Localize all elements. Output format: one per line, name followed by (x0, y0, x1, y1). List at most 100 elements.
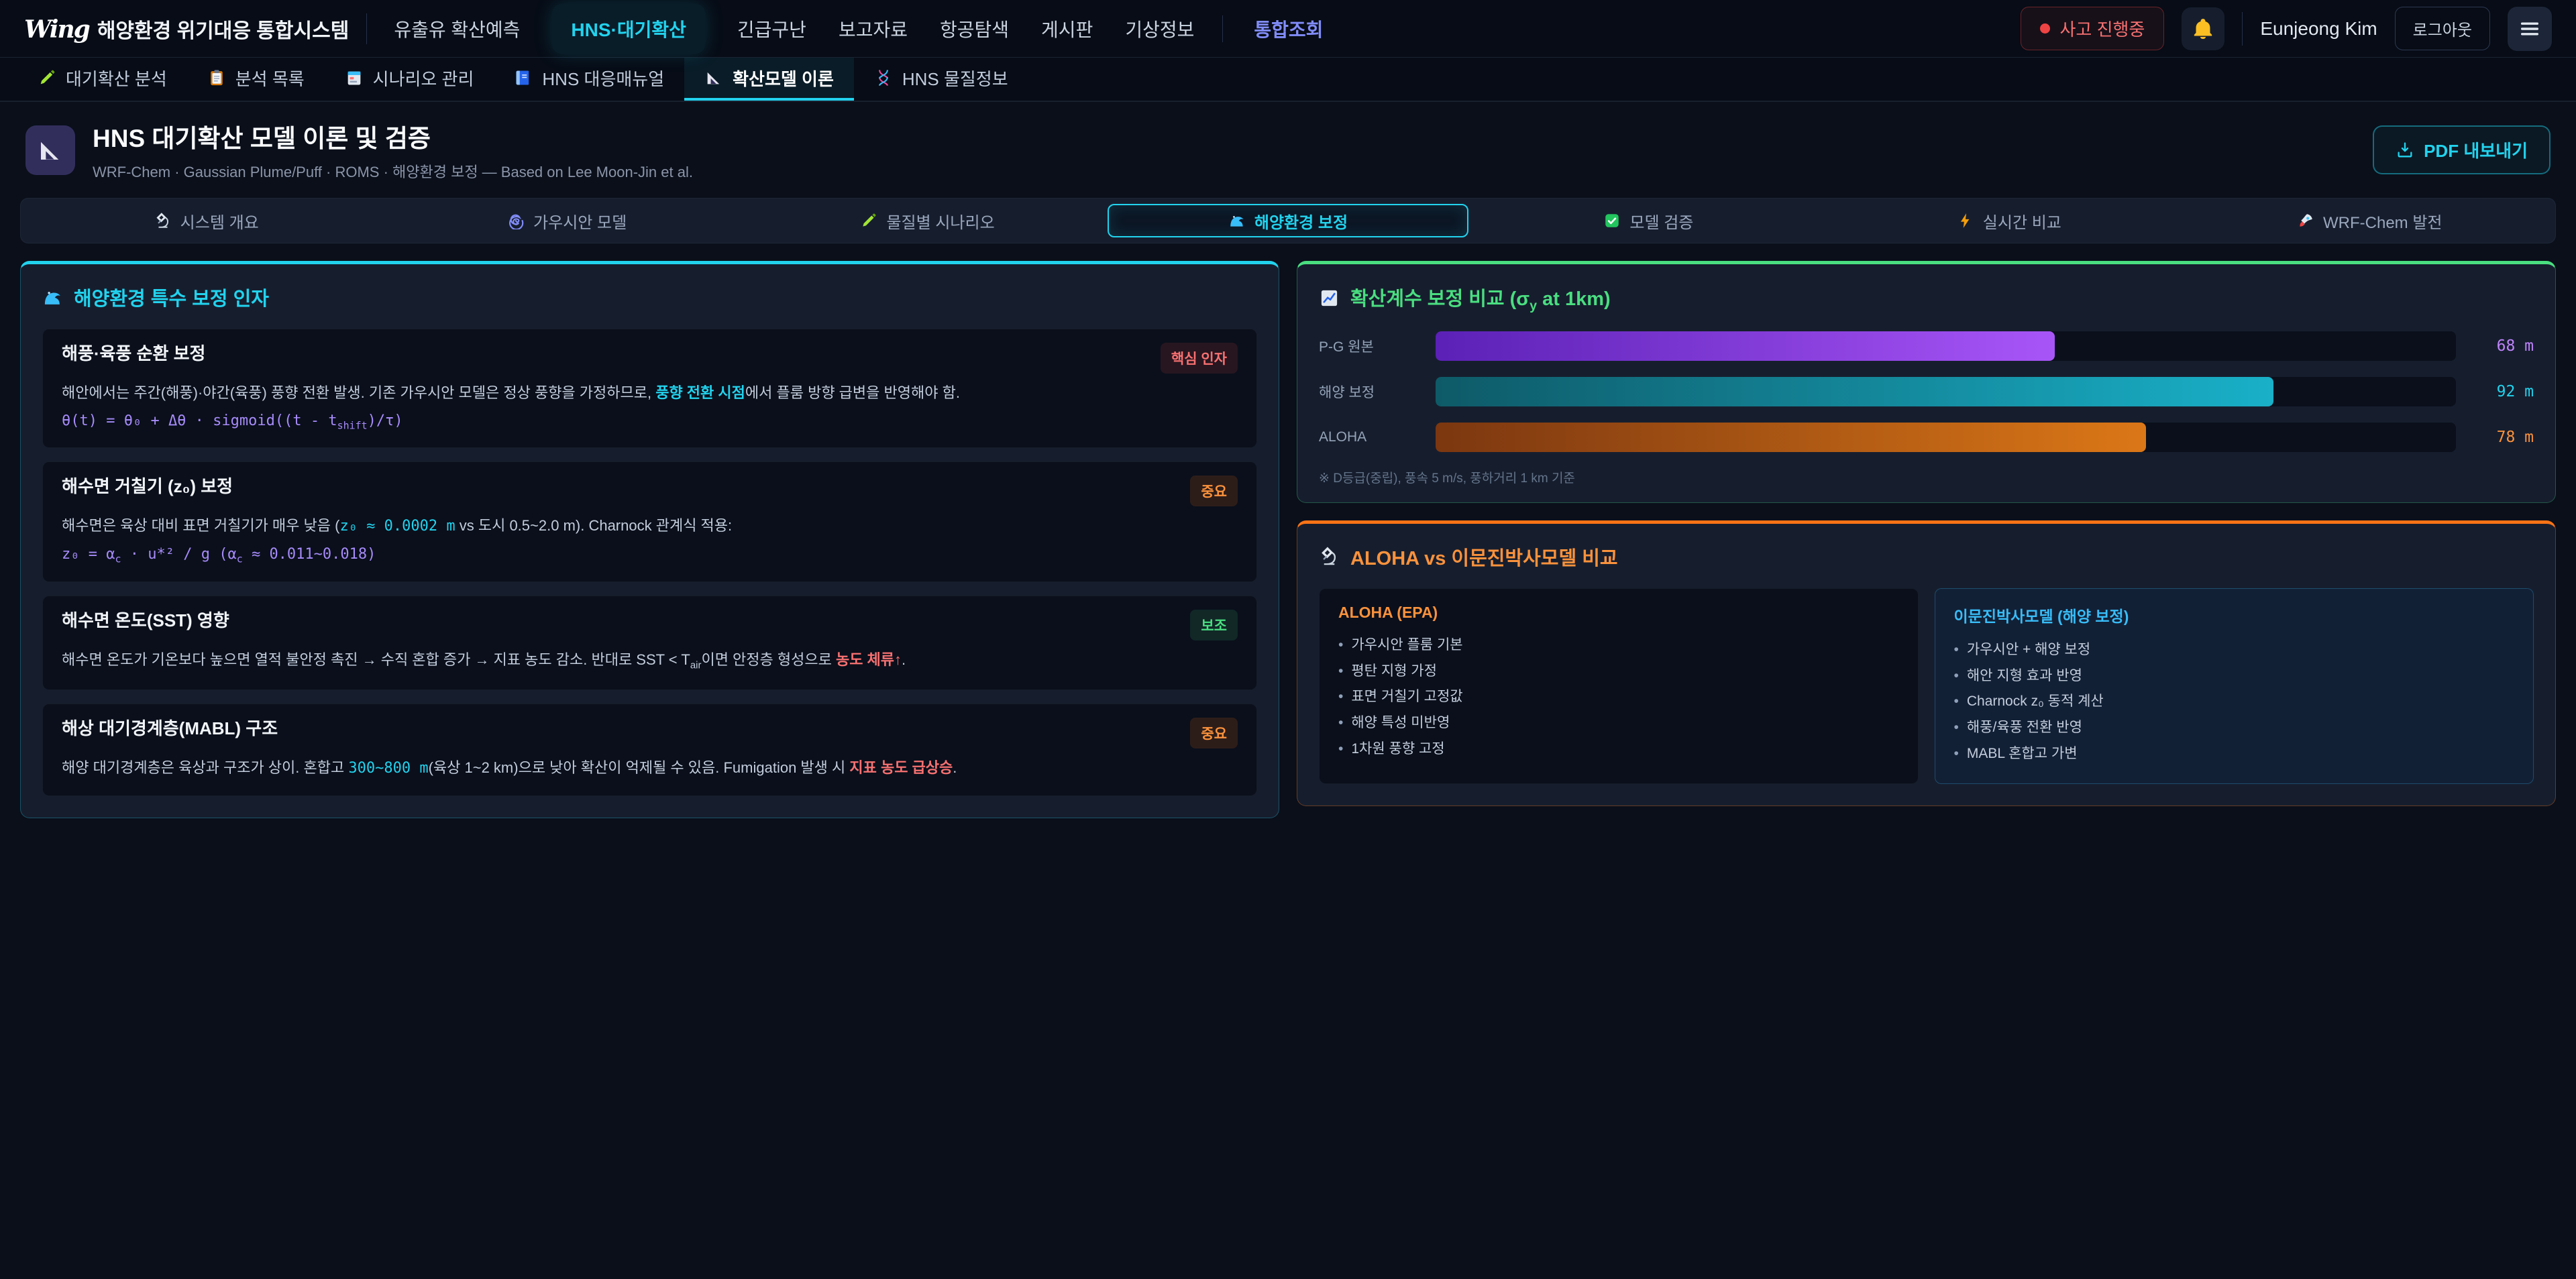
navbar-right: 사고 진행중 Eunjeong Kim 로그아웃 (2021, 7, 2553, 51)
cyclone-icon (507, 212, 525, 229)
app-logo[interactable]: Wing 해양환경 위기대응 통합시스템 (24, 14, 349, 44)
card-title: 해풍·육풍 순환 보정 (62, 343, 205, 365)
tab[interactable]: 시스템 개요 (26, 204, 386, 237)
page-title-icon (25, 125, 75, 175)
tab-label: 실시간 비교 (1983, 209, 2061, 233)
tab[interactable]: 물질별 시나리오 (747, 204, 1108, 237)
bar-label: ALOHA (1319, 429, 1419, 445)
bell-icon (2191, 17, 2215, 41)
nav-item[interactable]: 게시판 (1041, 15, 1093, 42)
comparison-item: •해풍/육풍 전환 반영 (1954, 715, 2515, 741)
bar-fill (1436, 377, 2273, 406)
card-title: 해수면 온도(SST) 영향 (62, 610, 229, 632)
hamburger-menu-button[interactable] (2508, 7, 2552, 51)
comparison-box-title: 이문진박사모델 (해양 보정) (1954, 604, 2515, 626)
tab[interactable]: 모델 검증 (1468, 204, 1829, 237)
subtab-label: 대기확산 분석 (66, 66, 167, 91)
right-column: 확산계수 보정 비교 (σy at 1km) P-G 원본 68 m 해양 보정… (1297, 261, 2556, 806)
tab-label: 모델 검증 (1629, 209, 1693, 233)
notifications-button[interactable] (2182, 7, 2224, 50)
comparison-box-title: ALOHA (EPA) (1338, 604, 1899, 622)
subtab[interactable]: HNS 물질정보 (854, 58, 1028, 101)
bar-value: 92 m (2472, 383, 2534, 400)
subtab[interactable]: 확산모델 이론 (684, 58, 854, 101)
correction-card: 해풍·육풍 순환 보정 핵심 인자 해안에서는 주간(해풍)·야간(육풍) 풍향… (42, 329, 1257, 448)
nav-item[interactable]: 긴급구난 (737, 15, 806, 42)
page-title-block: HNS 대기확산 모델 이론 및 검증 WRF-Chem · Gaussian … (93, 118, 693, 182)
logo-text: 해양환경 위기대응 통합시스템 (97, 14, 349, 44)
panel-title-text: ALOHA vs 이문진박사모델 비교 (1350, 543, 1618, 571)
bullet-icon: • (1338, 710, 1343, 736)
nav-item[interactable]: HNS·대기확산 (552, 4, 704, 54)
card-description: 해수면은 육상 대비 표면 거칠기가 매우 낮음 (z₀ ≈ 0.0002 m … (62, 514, 1238, 537)
scenario-icon (345, 68, 364, 87)
divider (366, 13, 367, 44)
bullet-icon: • (1954, 715, 1959, 741)
book-icon (514, 68, 533, 87)
nav-item[interactable]: 기상정보 (1125, 15, 1194, 42)
bullet-icon: • (1338, 684, 1343, 710)
dispersion-coefficient-panel: 확산계수 보정 비교 (σy at 1km) P-G 원본 68 m 해양 보정… (1297, 261, 2556, 503)
model-comparison-panel-title: ALOHA vs 이문진박사모델 비교 (1319, 543, 2534, 571)
subtab[interactable]: 대기확산 분석 (17, 58, 187, 101)
marine-correction-panel-title: 해양환경 특수 보정 인자 (42, 283, 1257, 311)
nav-item[interactable]: 유출유 확산예측 (394, 15, 520, 42)
card-badge: 핵심 인자 (1161, 343, 1238, 374)
comparison-item: •가우시안 플룸 기본 (1338, 632, 1899, 659)
incident-status-label: 사고 진행중 (2060, 16, 2145, 41)
tab[interactable]: 가우시안 모델 (386, 204, 747, 237)
dna-icon (874, 68, 893, 87)
bar-track (1436, 377, 2456, 406)
pdf-export-label: PDF 내보내기 (2424, 137, 2528, 162)
bar-value: 68 m (2472, 337, 2534, 355)
comparison-item: •가우시안 + 해양 보정 (1954, 637, 2515, 663)
bar-fill (1436, 331, 2055, 361)
bar-row: 해양 보정 92 m (1319, 377, 2534, 406)
correction-card: 해수면 거칠기 (z₀) 보정 중요 해수면은 육상 대비 표면 거칠기가 매우… (42, 461, 1257, 581)
bullet-icon: • (1338, 736, 1343, 763)
card-description: 해안에서는 주간(해풍)·야간(육풍) 풍향 전환 발생. 기존 가우시안 모델… (62, 382, 1238, 404)
nav-item[interactable]: 항공탐색 (940, 15, 1009, 42)
bullet-icon: • (1954, 741, 1959, 767)
model-comparison-panel: ALOHA vs 이문진박사모델 비교 ALOHA (EPA) •가우시안 플룸… (1297, 520, 2556, 806)
ruler-icon (36, 136, 64, 164)
bullet-icon: • (1338, 632, 1343, 659)
incident-status-badge[interactable]: 사고 진행중 (2021, 7, 2165, 50)
subtab[interactable]: HNS 대응매뉴얼 (494, 58, 684, 101)
subtab[interactable]: 분석 목록 (187, 58, 325, 101)
nav-item[interactable]: 통합조회 (1222, 15, 1323, 42)
bullet-icon: • (1954, 689, 1959, 715)
tab[interactable]: 해양환경 보정 (1108, 204, 1468, 237)
comparison-item: •1차원 풍향 고정 (1338, 736, 1899, 763)
bar-label: P-G 원본 (1319, 336, 1419, 356)
card-description: 해수면 온도가 기온보다 높으면 열적 불안정 촉진 → 수직 혼합 증가 → … (62, 649, 1238, 673)
panel-title-text: 확산계수 보정 비교 (σy at 1km) (1350, 283, 1611, 314)
bar-value: 78 m (2472, 429, 2534, 446)
status-dot-icon (2040, 23, 2050, 34)
nav-item[interactable]: 보고자료 (839, 15, 908, 42)
comparison-box: ALOHA (EPA) •가우시안 플룸 기본•평탄 지형 가정•표면 거칠기 … (1319, 588, 1919, 784)
microscope-icon (154, 212, 172, 229)
card-description: 해양 대기경계층은 육상과 구조가 상이. 혼합고 300~800 m(육상 1… (62, 757, 1238, 779)
subtab[interactable]: 시나리오 관리 (325, 58, 494, 101)
card-badge: 보조 (1190, 610, 1238, 641)
pencil-icon (860, 212, 877, 229)
card-formula: θ(t) = θ₀ + Δθ · sigmoid((t - tshift)/τ) (62, 412, 1238, 431)
pdf-export-button[interactable]: PDF 내보내기 (2373, 125, 2551, 174)
tab-label: 물질별 시나리오 (886, 209, 994, 233)
logout-button[interactable]: 로그아웃 (2395, 7, 2490, 50)
user-name: Eunjeong Kim (2260, 18, 2377, 40)
card-title: 해상 대기경계층(MABL) 구조 (62, 718, 278, 740)
bar-chart: P-G 원본 68 m 해양 보정 92 m ALOHA 78 m (1319, 331, 2534, 452)
logo-mark: Wing (24, 15, 89, 44)
tab[interactable]: 실시간 비교 (1829, 204, 2189, 237)
comparison-item: •해안 지형 효과 반영 (1954, 663, 2515, 689)
card-badge: 중요 (1190, 476, 1238, 506)
tab[interactable]: WRF-Chem 발전 (2190, 204, 2550, 237)
tab-label: 가우시안 모델 (533, 209, 627, 233)
comparison-item: •평탄 지형 가정 (1338, 659, 1899, 685)
check-icon (1603, 212, 1621, 229)
correction-card: 해수면 온도(SST) 영향 보조 해수면 온도가 기온보다 높으면 열적 불안… (42, 596, 1257, 690)
correction-card-list: 해풍·육풍 순환 보정 핵심 인자 해안에서는 주간(해풍)·야간(육풍) 풍향… (42, 329, 1257, 796)
ruler-icon (704, 68, 723, 87)
